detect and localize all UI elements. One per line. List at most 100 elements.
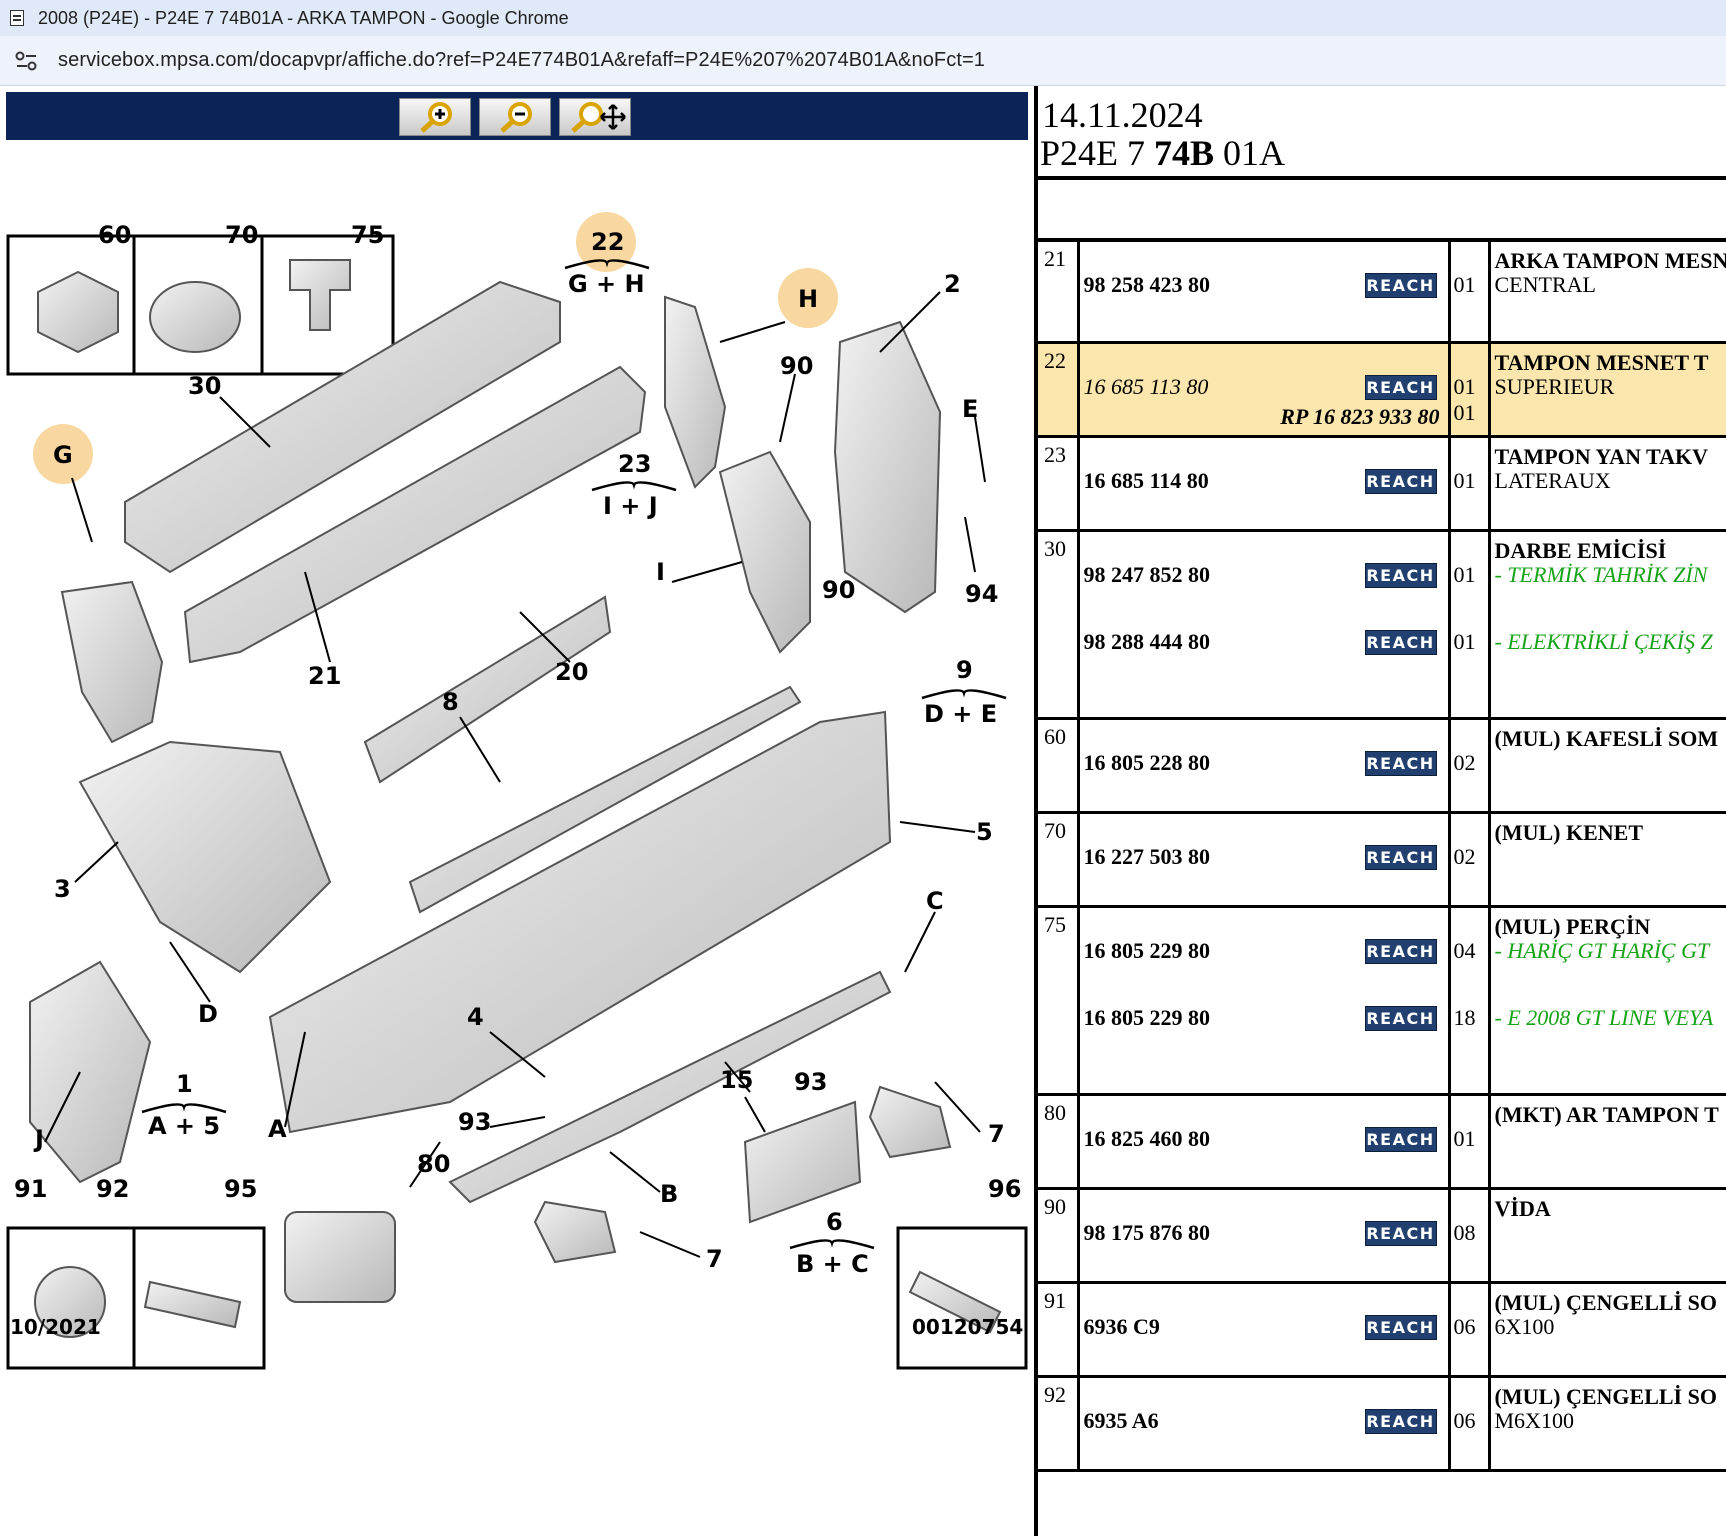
callout-23-sub: I + J [603,492,658,520]
part-reference[interactable]: 16 805 228 80 [1084,750,1211,776]
part-quantity: 01 [1453,561,1476,587]
callout-4: 4 [467,1003,484,1031]
part-description-cell: DARBE EMİCİSİ - TERMİK TAHRİK ZİN - ELEKTR… [1489,530,1726,720]
reach-badge[interactable]: REACH [1364,468,1437,494]
reach-badge[interactable]: REACH [1364,1005,1437,1031]
exploded-parts-diagram: 60 70 75 22 G + H H 2 30 90 E G 23 I + J… [6,212,1028,1370]
parts-list-panel: 14.11.2024 P24E 7 74B 01A 21 98 258 423 8… [1030,86,1726,1536]
part-description-note: - TERMİK TAHRİK ZİN [1494,561,1708,587]
part-quantity-cell: 02 [1449,812,1491,908]
part-reference[interactable]: 6935 A6 [1084,1408,1159,1434]
callout-5: 5 [976,818,993,846]
parts-row-60[interactable]: 60 16 805 228 80 REACH 02 (MUL) KAFESLİ SOM [1038,718,1726,814]
parts-row-21[interactable]: 2198 258 423 80 REACH 01 ARKA TAMPON MESNET… [1038,242,1726,344]
part-reference[interactable]: 16 227 503 80 [1084,844,1211,870]
callout-91: 91 [14,1175,47,1203]
parts-row-80[interactable]: 80 16 825 460 80 REACH 01 (MKT) AR TAMPON T [1038,1094,1726,1190]
callout-22: 22 [591,228,624,256]
part-reference[interactable]: 16 825 460 80 [1084,1126,1211,1152]
callout-21: 21 [308,662,341,690]
reach-badge[interactable]: REACH [1364,1408,1437,1434]
url-text[interactable]: servicebox.mpsa.com/docapvpr/affiche.do?… [58,49,985,72]
zoom-in-button[interactable] [399,98,471,136]
part-quantity: 04 [1453,937,1476,963]
part-reference[interactable]: 98 175 876 80 [1084,1220,1211,1246]
reach-badge[interactable]: REACH [1364,1126,1437,1152]
callout-93-right: 93 [794,1068,827,1096]
parts-row-22[interactable]: 22 16 685 113 80 REACH RP 16 823 933 80 01 01… [1038,342,1726,438]
part-description-cell: (MUL) ÇENGELLİ SO 6X100 [1489,1282,1726,1378]
parts-row-90[interactable]: 90 98 175 876 80 REACH 08 VİDA [1038,1188,1726,1284]
part-reference[interactable]: 98 247 852 80 [1084,562,1211,588]
reach-badge[interactable]: REACH [1364,750,1437,776]
part-description-title: ARKA TAMPON MESNET [1494,248,1726,273]
zoom-pan-button[interactable] [559,98,631,136]
part-description-title: TAMPON MESNET T [1494,349,1709,375]
reach-badge[interactable]: REACH [1364,1314,1437,1340]
part-reference[interactable]: 16 685 114 80 [1084,468,1209,494]
zoom-pan-icon [571,102,626,133]
callout-e: E [962,395,978,423]
reach-badge[interactable]: REACH [1364,938,1437,964]
callout-90-top: 90 [780,352,813,380]
parts-row-75[interactable]: 75 16 805 229 80 REACH 16 805 229 80 REACH 04… [1038,906,1726,1096]
callout-g: G [53,441,73,469]
part-quantity-cell: 01 01 [1449,530,1491,720]
reach-badge[interactable]: REACH [1364,844,1437,870]
diagram-toolbar [6,92,1028,140]
part-description-note: - E 2008 GT LINE VEYA [1494,1004,1714,1030]
part-description-note: - HARİÇ GT HARİÇ GT [1494,937,1710,963]
part-index: 91 [1038,1282,1080,1378]
side-bracket-left-shape [60,580,164,744]
part-description-cell: (MUL) ÇENGELLİ SO M6X100 [1489,1376,1726,1472]
site-settings-icon[interactable] [14,50,40,72]
part-reference[interactable]: 98 258 423 80 [1084,272,1211,298]
reach-badge[interactable]: REACH [1364,562,1437,588]
part-index: 21 [1038,242,1080,344]
part-quantity: 01 [1453,373,1476,399]
part-reference[interactable]: 98 288 444 80 [1084,629,1211,655]
parts-row-23[interactable]: 23 16 685 114 80 REACH 01 TAMPON YAN TAKV LAT… [1038,436,1726,532]
callout-30: 30 [188,372,221,400]
callout-3: 3 [54,875,71,903]
address-bar[interactable]: servicebox.mpsa.com/docapvpr/affiche.do?… [0,36,1726,86]
part-description-cell: (MUL) KENET [1489,812,1726,908]
part-reference-cell: 16 685 114 80 REACH [1078,436,1451,532]
reach-badge[interactable]: REACH [1364,374,1437,400]
callout-92: 92 [96,1175,129,1203]
reach-badge[interactable]: REACH [1364,273,1437,298]
part-index: 22 [1038,342,1080,438]
part-reference[interactable]: 16 685 113 80 [1084,374,1209,400]
part-quantity-cell: 04 18 [1449,906,1491,1096]
part-quantity-cell: 06 [1449,1282,1491,1378]
callout-80: 80 [417,1150,450,1178]
reach-badge[interactable]: REACH [1364,1220,1437,1246]
part-reference[interactable]: 6936 C9 [1084,1314,1160,1340]
reach-badge[interactable]: REACH [1364,629,1437,655]
part-description-note: LATERAUX [1494,467,1611,493]
part-description-note: CENTRAL [1494,272,1596,297]
replacement-reference[interactable]: RP 16 823 933 80 [1280,404,1439,430]
parts-row-91[interactable]: 91 6936 C9 REACH 06 (MUL) ÇENGELLİ SO 6X100 [1038,1282,1726,1378]
zoom-out-button[interactable] [479,98,551,136]
parts-row-92[interactable]: 92 6935 A6 REACH 06 (MUL) ÇENGELLİ SO M6X100 [1038,1376,1726,1472]
part-index: 23 [1038,436,1080,532]
parts-row-70[interactable]: 70 16 227 503 80 REACH 02 (MUL) KENET [1038,812,1726,908]
page-icon [10,10,24,26]
part-reference-cell: 16 805 228 80 REACH [1078,718,1451,814]
parts-row-30[interactable]: 30 98 247 852 80 REACH 98 288 444 80 REACH 01… [1038,530,1726,720]
callout-i: I [656,558,665,586]
part-quantity: 01 [1453,467,1476,493]
part-reference[interactable]: 16 805 229 80 [1084,1005,1211,1031]
part-quantity-cell: 01 [1449,436,1491,532]
part-description-note: 6X100 [1494,1313,1555,1339]
part-index: 60 [1038,718,1080,814]
part-reference[interactable]: 16 805 229 80 [1084,938,1211,964]
lower-bracket-j-shape [29,960,152,1184]
callout-9-sub: D + E [924,700,997,728]
part-quantity-cell: 01 [1449,1094,1491,1190]
upper-bracket-h-shape [664,295,727,489]
part-index: 30 [1038,530,1080,720]
fixing-kit-shape [284,1211,396,1303]
part-description-note: SUPERIEUR [1494,373,1615,399]
